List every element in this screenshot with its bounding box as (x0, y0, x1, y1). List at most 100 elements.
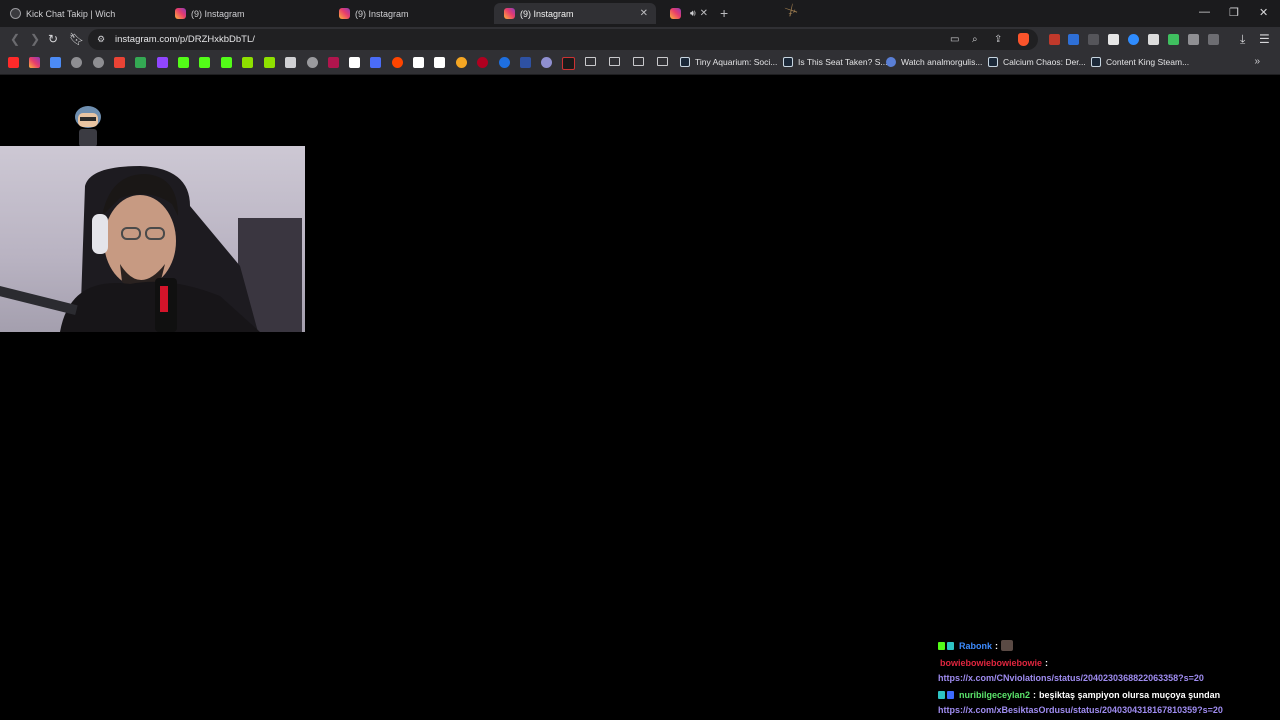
steam-icon (988, 57, 998, 67)
bookmark-seat-taken[interactable]: Is This Seat Taken? S... (783, 57, 887, 67)
twitch-bookmark-icon[interactable] (157, 57, 168, 68)
tab-instagram-1[interactable]: (9) Instagram (165, 3, 329, 24)
close-tab-icon[interactable]: ✕ (640, 8, 648, 19)
reddit-bookmark-icon[interactable] (392, 57, 403, 68)
chat-separator: : (1045, 658, 1049, 668)
folder-icon[interactable] (633, 57, 644, 66)
chat-separator: : (1033, 690, 1037, 700)
address-bar[interactable]: ⚙ instagram.com/p/DRZHxkbDbTL/ ▭ ⌕ ⇪ (88, 29, 1038, 50)
subscriber-badge-icon (947, 641, 954, 650)
extension-icon[interactable] (1128, 34, 1139, 45)
tab-instagram-active[interactable]: (9) Instagram ✕ (494, 3, 656, 24)
back-arrow-icon[interactable]: ❮ (10, 32, 20, 46)
close-tab-icon[interactable]: ✕ (700, 8, 708, 19)
bookmark-icon[interactable] (456, 57, 467, 68)
p-bookmark-icon[interactable] (413, 57, 424, 68)
bookmark-icon[interactable] (328, 57, 339, 68)
instagram-icon (175, 8, 186, 19)
kick-bookmark-icon[interactable] (221, 57, 232, 68)
chat-link[interactable]: https://x.com/CNviolations/status/204023… (938, 673, 1204, 683)
kick-tool-bookmark-icon[interactable] (242, 57, 253, 68)
kick-badge-icon (938, 641, 945, 650)
extension-icon[interactable] (1049, 34, 1060, 45)
more-bookmarks-icon[interactable]: » (1254, 56, 1260, 67)
tab-title: (9) Instagram (520, 8, 574, 19)
subscriber-badge-icon (938, 691, 945, 699)
kick-tool-bookmark-icon[interactable] (264, 57, 275, 68)
reload-icon[interactable]: ↻ (48, 32, 58, 46)
anchor-bookmark-icon[interactable] (285, 57, 296, 68)
tab-instagram-2[interactable]: (9) Instagram (329, 3, 493, 24)
speaker-icon[interactable]: 🔊︎ (690, 8, 696, 19)
folder-icon[interactable] (609, 57, 620, 66)
folder-icon[interactable] (585, 57, 596, 66)
chat-username: bowiebowiebowiebowie (940, 658, 1043, 668)
bookmark-icon[interactable] (499, 57, 510, 68)
folder-icon[interactable] (657, 57, 668, 66)
bookmark-watch[interactable]: Watch analmorgulis... (886, 57, 982, 67)
site-info-icon[interactable]: ⚙ (97, 34, 105, 45)
bookmark-label: Content King Steam... (1106, 57, 1190, 67)
mal-bookmark-icon[interactable] (520, 57, 531, 68)
sidebar-icon[interactable] (1208, 34, 1219, 45)
globe-bookmark-icon[interactable] (93, 57, 104, 68)
bookmark-content-king[interactable]: Content King Steam... (1091, 57, 1189, 67)
tab-kick-chat[interactable]: Kick Chat Takip | Wich (0, 3, 165, 24)
bookmarks-bar: Tiny Aquarium: Soci... Is This Seat Take… (0, 52, 1280, 75)
bookmark-icon[interactable] (477, 57, 488, 68)
extension-icon[interactable] (1088, 34, 1099, 45)
navigation-toolbar: ❮ ❯ ↻ 🔖︎ ⚙ instagram.com/p/DRZHxkbDbTL/ … (0, 27, 1280, 52)
globe-bookmark-icon[interactable] (71, 57, 82, 68)
extension-icon[interactable] (1148, 34, 1159, 45)
chat-message: bowiebowiebowiebowie : (938, 658, 1048, 668)
restore-icon[interactable]: ❐ (1229, 6, 1239, 19)
forward-arrow-icon[interactable]: ❯ (30, 32, 40, 46)
new-tab-button[interactable]: + (720, 5, 728, 21)
instagram-icon (504, 8, 515, 19)
chat-separator: : (995, 640, 999, 651)
bookmark-icon[interactable] (370, 57, 381, 68)
instagram-icon (339, 8, 350, 19)
tab-instagram-audio[interactable]: 🔊︎ ✕ (660, 3, 714, 24)
bookmark-icon[interactable] (562, 57, 575, 70)
chat-username: Rabonk (959, 640, 993, 651)
steam-icon (1091, 57, 1101, 67)
chat-message: nuribilgeceylan2 : beşiktaş şampiyon olu… (938, 690, 1220, 700)
bookmark-icon[interactable]: 🔖︎ (69, 32, 84, 46)
menu-icon[interactable]: ☰ (1259, 32, 1270, 46)
extension-icon[interactable] (1108, 34, 1119, 45)
translate-bookmark-icon[interactable] (50, 57, 61, 68)
zoom-icon[interactable]: ⌕ (972, 34, 978, 45)
chat-link[interactable]: https://x.com/xBesiktasOrdusu/status/204… (938, 705, 1223, 715)
instagram-bookmark-icon[interactable] (29, 57, 40, 68)
emote-image (1001, 640, 1014, 651)
minimize-icon[interactable]: — (1199, 6, 1210, 18)
cast-icon[interactable]: ▭ (950, 34, 959, 45)
youtube-bookmark-icon[interactable] (8, 57, 19, 68)
kick-bookmark-icon[interactable] (178, 57, 189, 68)
download-icon[interactable]: ⤓ (1240, 32, 1245, 47)
tab-title: (9) Instagram (191, 8, 245, 19)
x-bookmark-icon[interactable] (349, 57, 360, 68)
window-close-icon[interactable]: ✕ (1259, 6, 1268, 19)
bookmark-tiny-aquarium[interactable]: Tiny Aquarium: Soci... (680, 57, 777, 67)
extension-icon[interactable] (1168, 34, 1179, 45)
chat-message: https://x.com/xBesiktasOrdusu/status/204… (938, 705, 1223, 715)
bookmark-label: Watch analmorgulis... (901, 57, 983, 67)
drive-bookmark-icon[interactable] (135, 57, 146, 68)
extensions-puzzle-icon[interactable] (1188, 34, 1199, 45)
amazon-bookmark-icon[interactable] (434, 57, 445, 68)
bookmark-label: Calcium Chaos: Der... (1003, 57, 1086, 67)
bookmark-label: Tiny Aquarium: Soci... (695, 57, 778, 67)
share-icon[interactable]: ⇪ (994, 34, 1002, 45)
url-text[interactable]: instagram.com/p/DRZHxkbDbTL/ (115, 34, 255, 45)
bookmark-calcium-chaos[interactable]: Calcium Chaos: Der... (988, 57, 1086, 67)
kick-badge-icon (947, 691, 954, 699)
kick-bookmark-icon[interactable] (199, 57, 210, 68)
chat-username: nuribilgeceylan2 (959, 690, 1031, 700)
brave-shields-icon[interactable] (1018, 33, 1029, 46)
gmail-bookmark-icon[interactable] (114, 57, 125, 68)
extension-icon[interactable] (1068, 34, 1079, 45)
bookmark-icon[interactable] (307, 57, 318, 68)
bookmark-icon[interactable] (541, 57, 552, 68)
